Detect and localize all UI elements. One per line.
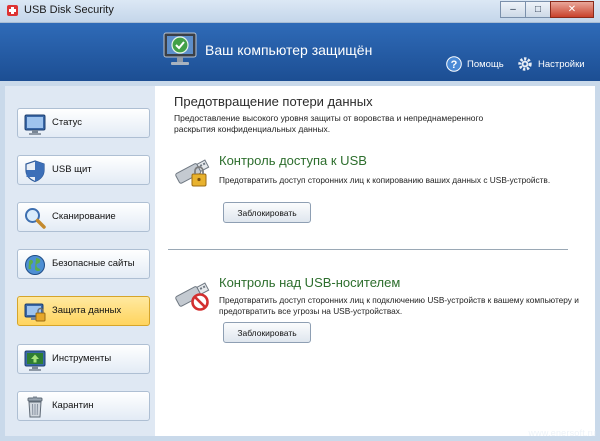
sidebar-item-data-protection[interactable]: Защита данных — [17, 296, 150, 326]
page-title: Предотвращение потери данных — [174, 94, 373, 109]
sidebar-item-label: Сканирование — [52, 211, 116, 222]
sidebar-item-label: Защита данных — [52, 305, 122, 316]
minimize-icon: – — [510, 4, 516, 15]
usb-access-control-description: Предотвратить доступ сторонних лиц к коп… — [219, 175, 551, 185]
header-banner: Ваш компьютер защищён ? Помощь Настройки — [0, 23, 600, 81]
window-controls: – □ ✕ — [500, 1, 594, 18]
sidebar-item-usb-shield[interactable]: USB щит — [17, 155, 150, 185]
watermark: www.enersoft.ru — [528, 428, 596, 438]
sidebar-item-safe-sites[interactable]: Безопасные сайты — [17, 249, 150, 279]
sidebar-item-status[interactable]: Статус — [17, 108, 150, 138]
status-icon — [24, 114, 46, 135]
app-icon — [7, 5, 18, 16]
data-protection-icon — [24, 303, 46, 322]
sidebar-item-label: USB щит — [52, 164, 92, 175]
title-bar[interactable]: USB Disk Security – □ ✕ — [0, 0, 600, 23]
settings-label: Настройки — [538, 58, 585, 70]
page-description: Предоставление высокого уровня защиты от… — [174, 113, 484, 134]
protection-status-title: Ваш компьютер защищён — [205, 42, 373, 58]
usb-media-control-description: Предотвратить доступ сторонних лиц к под… — [219, 295, 579, 316]
svg-text:?: ? — [451, 59, 458, 71]
main-panel: Предотвращение потери данных Предоставле… — [155, 86, 595, 436]
block-usb-access-button[interactable]: Заблокировать — [223, 202, 311, 223]
help-label: Помощь — [467, 58, 504, 70]
help-link[interactable]: ? Помощь — [446, 56, 504, 72]
globe-icon — [25, 255, 45, 275]
app-window: USB Disk Security – □ ✕ Ваш компьютер за… — [0, 0, 600, 441]
protected-monitor-icon — [163, 32, 197, 65]
sidebar-item-tools[interactable]: Инструменты — [17, 344, 150, 374]
shield-icon — [25, 160, 45, 183]
gear-icon — [518, 57, 532, 71]
help-icon: ? — [446, 56, 462, 72]
maximize-icon: □ — [534, 4, 542, 15]
close-button[interactable]: ✕ — [550, 1, 594, 18]
minimize-button[interactable]: – — [500, 1, 526, 18]
maximize-button[interactable]: □ — [525, 1, 551, 18]
section-divider — [168, 249, 568, 250]
sidebar-item-label: Инструменты — [52, 353, 112, 364]
usb-access-control-title: Контроль доступа к USB — [219, 153, 367, 168]
sidebar-item-quarantine[interactable]: Карантин — [17, 391, 150, 421]
close-icon: ✕ — [567, 4, 577, 15]
settings-link[interactable]: Настройки — [517, 56, 585, 72]
magnifier-icon — [25, 208, 46, 229]
sidebar-item-label: Безопасные сайты — [52, 258, 135, 269]
block-usb-media-button[interactable]: Заблокировать — [223, 322, 311, 343]
trash-icon — [27, 396, 43, 418]
usb-media-control-title: Контроль над USB-носителем — [219, 275, 401, 290]
window-title: USB Disk Security — [24, 4, 114, 16]
usb-lock-icon — [175, 159, 210, 187]
sidebar-item-label: Статус — [52, 117, 83, 128]
tools-icon — [24, 350, 46, 371]
sidebar: Статус USB щит Сканирование Безопасные с… — [5, 86, 155, 436]
sidebar-item-scan[interactable]: Сканирование — [17, 202, 150, 232]
usb-blocked-icon — [175, 282, 210, 311]
sidebar-item-label: Карантин — [52, 400, 94, 411]
